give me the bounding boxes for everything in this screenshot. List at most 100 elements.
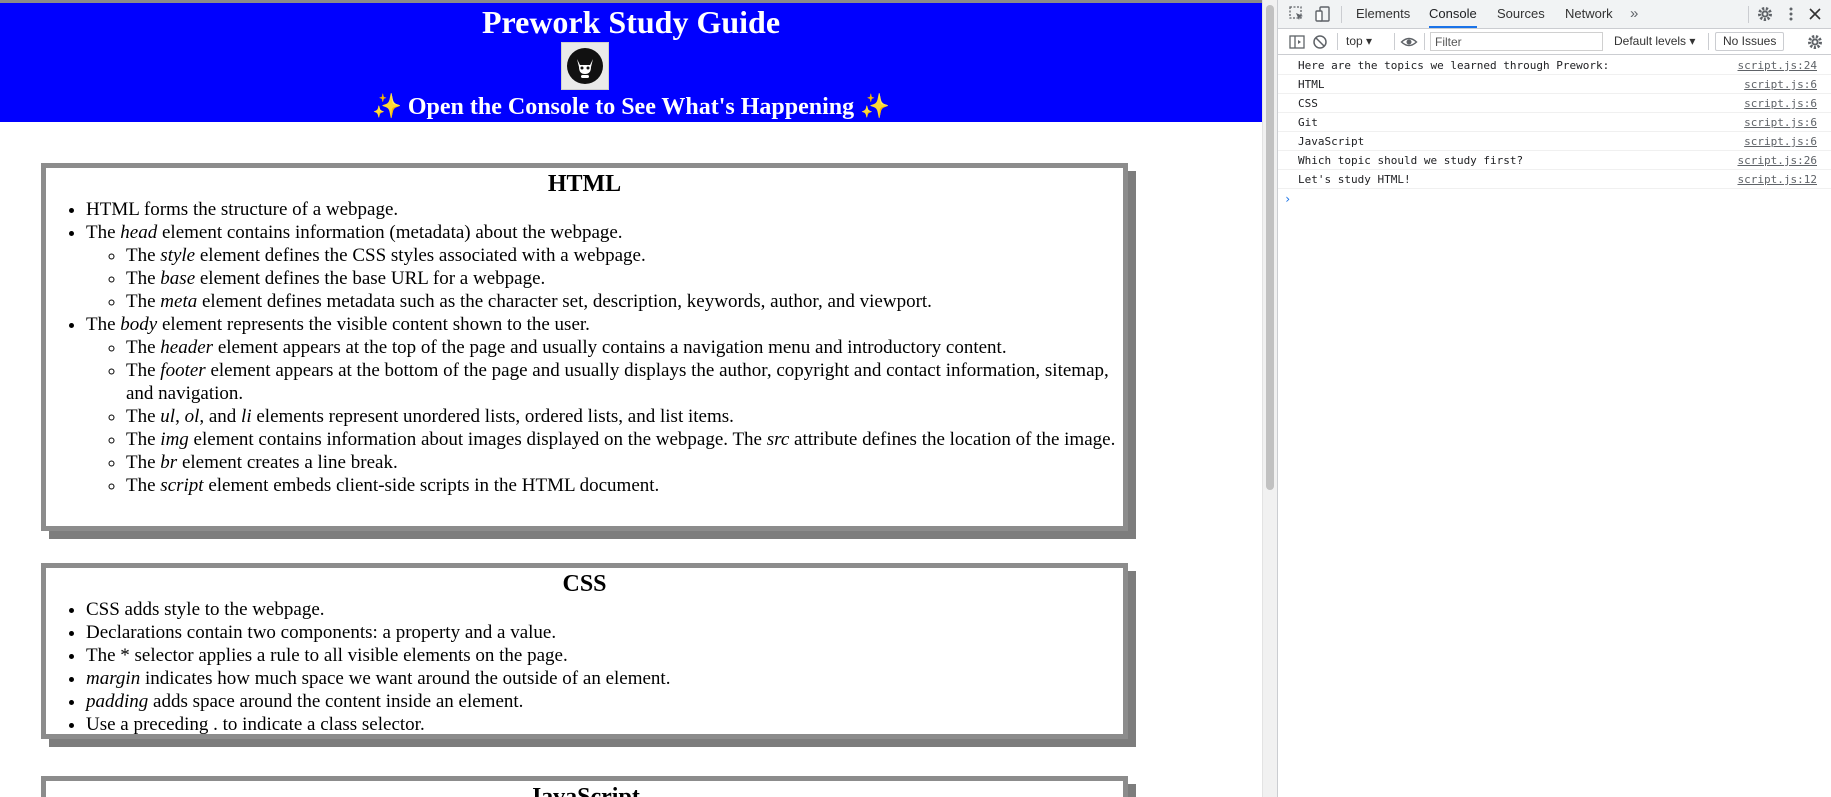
item-text: The xyxy=(126,475,161,496)
list-item: CSS adds style to the webpage. xyxy=(86,598,1123,621)
item-text: element defines metadata such as the cha… xyxy=(197,291,932,312)
console-message-row: JavaScript script.js:6 xyxy=(1278,132,1831,151)
list-item: The header element appears at the top of… xyxy=(126,336,1123,359)
list-item: The meta element defines metadata such a… xyxy=(126,290,1123,313)
live-expression-eye-icon[interactable] xyxy=(1400,33,1418,51)
list-item: The img element contains information abo… xyxy=(126,428,1123,451)
list-item: The base element defines the base URL fo… xyxy=(126,267,1123,290)
list-item: The head element contains information (m… xyxy=(86,221,1123,313)
list-item: Declarations contain two components: a p… xyxy=(86,621,1123,644)
clear-console-icon[interactable] xyxy=(1311,33,1329,51)
javascript-card: JavaScript xyxy=(41,776,1128,797)
console-source-link[interactable]: script.js:24 xyxy=(1738,59,1817,72)
html-topic-list: HTML forms the structure of a webpage. T… xyxy=(46,198,1123,497)
tab-sources[interactable]: Sources xyxy=(1497,0,1545,28)
console-message-row: Let's study HTML! script.js:12 xyxy=(1278,170,1831,189)
element-name: body xyxy=(120,314,158,335)
close-icon[interactable] xyxy=(1806,5,1824,23)
list-item: The body element represents the visible … xyxy=(86,313,1123,497)
page-header: Prework Study Guide ✨ Open the Console t… xyxy=(0,3,1262,122)
item-text: adds space around the content inside an … xyxy=(148,691,524,712)
toolbar-separator xyxy=(1394,33,1395,50)
console-prompt[interactable]: › xyxy=(1278,190,1831,210)
devtools-panel: Elements Console Sources Network » top ▾… xyxy=(1278,0,1831,797)
item-text: element contains information (metadata) … xyxy=(157,222,623,243)
console-filter-input[interactable] xyxy=(1430,32,1603,51)
list-item: Use a preceding . to indicate a class se… xyxy=(86,713,1123,736)
console-source-link[interactable]: script.js:6 xyxy=(1744,78,1817,91)
item-text: element embeds client-side scripts in th… xyxy=(203,475,660,496)
tab-elements[interactable]: Elements xyxy=(1356,0,1410,28)
toolbar-separator xyxy=(1424,33,1425,50)
element-name: header xyxy=(160,337,214,358)
item-text: The xyxy=(126,337,161,358)
console-source-link[interactable]: script.js:26 xyxy=(1738,154,1817,167)
console-message-text: HTML xyxy=(1298,78,1325,91)
element-name: img xyxy=(160,429,189,450)
item-text: elements represent unordered lists, orde… xyxy=(251,406,734,427)
item-text: The xyxy=(86,314,121,335)
more-tabs-button[interactable]: » xyxy=(1630,0,1638,28)
console-messages: Here are the topics we learned through P… xyxy=(1278,56,1831,189)
more-vert-icon[interactable] xyxy=(1782,5,1800,23)
property-name: margin xyxy=(86,668,141,689)
item-text: , xyxy=(175,406,185,427)
attribute-name: src xyxy=(766,429,790,450)
element-name: head xyxy=(120,222,158,243)
list-item: HTML forms the structure of a webpage. xyxy=(86,198,1123,221)
issues-button[interactable]: No Issues xyxy=(1715,32,1785,51)
context-select[interactable]: top ▾ xyxy=(1346,33,1372,50)
console-settings-icon[interactable] xyxy=(1806,33,1824,51)
devtools-tab-bar: Elements Console Sources Network » xyxy=(1278,0,1831,29)
prompt-caret-icon: › xyxy=(1284,192,1292,206)
element-name: base xyxy=(160,268,196,289)
list-item: The br element creates a line break. xyxy=(126,451,1123,474)
tab-network[interactable]: Network xyxy=(1565,0,1613,28)
html-card: HTML HTML forms the structure of a webpa… xyxy=(41,163,1128,531)
item-text: element appears at the bottom of the pag… xyxy=(126,360,1109,404)
element-name: ol xyxy=(184,406,200,427)
console-message-text: Which topic should we study first? xyxy=(1298,154,1524,167)
item-text: The xyxy=(126,268,161,289)
card-title-javascript: JavaScript xyxy=(529,784,640,797)
toolbar-separator xyxy=(1341,6,1342,23)
console-message-row: HTML script.js:6 xyxy=(1278,75,1831,94)
toolbar-separator xyxy=(1748,6,1749,23)
element-name: li xyxy=(241,406,252,427)
item-text: The xyxy=(126,245,161,266)
css-card: CSS CSS adds style to the webpage. Decla… xyxy=(41,563,1128,739)
item-text: The xyxy=(126,429,161,450)
console-sidebar-icon[interactable] xyxy=(1288,33,1306,51)
settings-gear-icon[interactable] xyxy=(1756,5,1774,23)
inspect-element-icon[interactable] xyxy=(1288,5,1306,23)
element-name: style xyxy=(160,245,196,266)
page-title: Prework Study Guide xyxy=(481,4,781,40)
item-text: The xyxy=(126,291,161,312)
console-source-link[interactable]: script.js:6 xyxy=(1744,116,1817,129)
item-text: The xyxy=(126,452,161,473)
element-name: br xyxy=(160,452,178,473)
tab-console[interactable]: Console xyxy=(1429,0,1477,28)
device-toolbar-icon[interactable] xyxy=(1314,5,1332,23)
card-title-html: HTML xyxy=(547,171,622,197)
page-scrollbar-thumb[interactable] xyxy=(1266,5,1274,490)
element-name: footer xyxy=(160,360,206,381)
page-subtitle: ✨ Open the Console to See What's Happeni… xyxy=(371,94,891,120)
page-scrollbar[interactable] xyxy=(1262,0,1277,797)
list-item: The script element embeds client-side sc… xyxy=(126,474,1123,497)
item-text: indicates how much space we want around … xyxy=(140,668,671,689)
console-source-link[interactable]: script.js:12 xyxy=(1738,173,1817,186)
css-topic-list: CSS adds style to the webpage. Declarati… xyxy=(46,598,1123,736)
item-text: element defines the CSS styles associate… xyxy=(195,245,646,266)
console-message-text: JavaScript xyxy=(1298,135,1365,148)
item-text: element defines the base URL for a webpa… xyxy=(195,268,546,289)
log-levels-select[interactable]: Default levels ▾ xyxy=(1614,33,1695,50)
console-source-link[interactable]: script.js:6 xyxy=(1744,97,1817,110)
item-text: The xyxy=(86,222,121,243)
console-toolbar: top ▾ Default levels ▾ No Issues xyxy=(1278,29,1831,55)
item-text: attribute defines the location of the im… xyxy=(789,429,1116,450)
item-text: element represents the visible content s… xyxy=(157,314,590,335)
console-message-text: CSS xyxy=(1298,97,1318,110)
console-message-text: Here are the topics we learned through P… xyxy=(1298,59,1610,72)
console-source-link[interactable]: script.js:6 xyxy=(1744,135,1817,148)
